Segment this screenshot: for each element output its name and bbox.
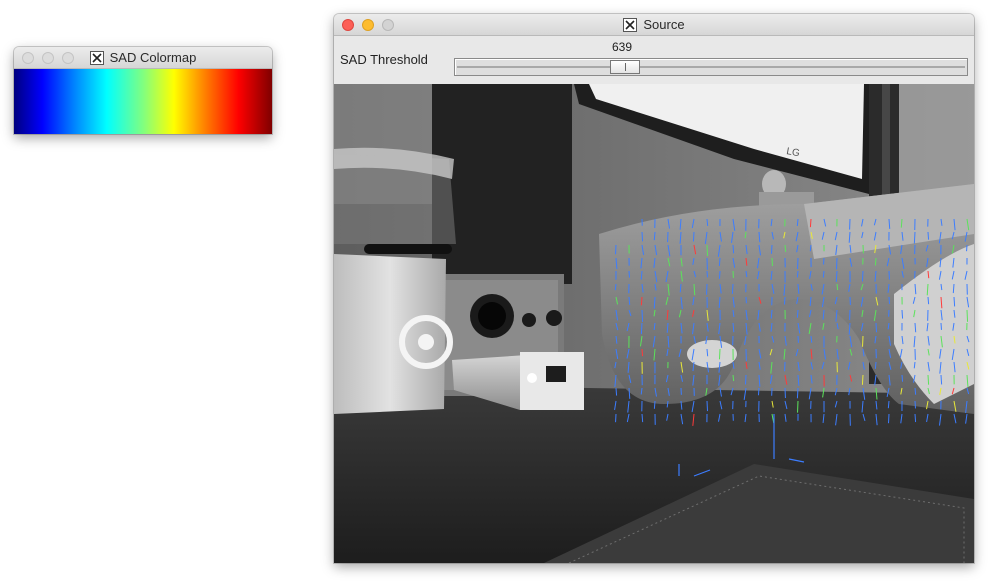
window-title: Source — [643, 17, 685, 32]
motion-vector — [718, 348, 721, 360]
motion-vector — [874, 257, 877, 266]
x11-app-icon — [89, 50, 104, 65]
motion-vector — [653, 400, 656, 409]
motion-vector — [640, 296, 643, 306]
motion-vector — [888, 296, 891, 304]
sad-threshold-slider[interactable] — [454, 58, 968, 76]
motion-vector — [796, 270, 799, 278]
motion-vector — [901, 309, 904, 319]
motion-vector — [966, 309, 969, 322]
motion-vector — [718, 270, 721, 279]
motion-vector — [914, 322, 917, 333]
motion-vector — [796, 309, 799, 318]
motion-vector — [641, 348, 644, 357]
motion-vector — [640, 322, 643, 335]
motion-vector — [731, 283, 734, 294]
glass-jar — [334, 147, 456, 414]
motion-vector — [615, 387, 618, 396]
motion-vector — [796, 387, 799, 399]
motion-vector — [953, 296, 956, 307]
motion-vector — [641, 309, 644, 322]
motion-vector — [822, 270, 825, 278]
motion-vector — [861, 374, 864, 385]
motion-vector — [732, 374, 735, 382]
motion-vector — [914, 387, 917, 395]
motion-vector — [796, 218, 799, 226]
x11-app-icon — [623, 17, 638, 32]
motion-vector — [861, 270, 864, 282]
motion-vector — [706, 244, 709, 257]
colormap-titlebar[interactable]: SAD Colormap — [14, 47, 272, 69]
motion-vector — [809, 218, 812, 228]
motion-vector — [836, 283, 839, 291]
motion-vector — [914, 413, 917, 423]
motion-vector — [874, 361, 877, 369]
motion-vector — [927, 231, 930, 240]
motion-vector — [952, 283, 955, 294]
monitor-brand: LG — [785, 146, 800, 159]
motion-vector — [706, 400, 709, 412]
trackbar-value: 639 — [612, 40, 633, 54]
motion-vector — [692, 231, 695, 242]
motion-vector — [653, 231, 656, 241]
motion-vector — [628, 296, 631, 305]
colormap-window: SAD Colormap — [14, 47, 272, 134]
motion-vector — [900, 218, 903, 228]
sad-colormap-gradient — [14, 69, 272, 134]
source-window: Source SAD Threshold 639 LG — [334, 14, 974, 563]
motion-vector — [706, 218, 709, 226]
slider-handle[interactable] — [609, 60, 640, 74]
trackbar-row: SAD Threshold 639 — [334, 36, 974, 84]
source-titlebar[interactable]: Source — [334, 14, 974, 36]
motion-vector — [940, 374, 943, 385]
camera-frame: LG — [334, 84, 974, 563]
motion-vector — [913, 231, 916, 244]
motion-vector — [770, 244, 773, 254]
motion-vector — [887, 400, 890, 409]
motion-vector — [927, 296, 930, 305]
window-title: SAD Colormap — [109, 50, 197, 65]
motion-vector — [718, 257, 721, 266]
motion-vector — [641, 413, 644, 423]
motion-vector — [927, 374, 930, 385]
motion-vector — [706, 348, 709, 357]
motion-vector — [783, 296, 786, 305]
motion-vector — [641, 231, 644, 242]
trackbar-label: SAD Threshold — [340, 52, 428, 67]
motion-vector — [732, 244, 735, 254]
motion-vector — [784, 244, 787, 252]
motion-vector — [757, 387, 760, 396]
motion-vector — [901, 374, 904, 382]
motion-vector — [744, 374, 747, 385]
